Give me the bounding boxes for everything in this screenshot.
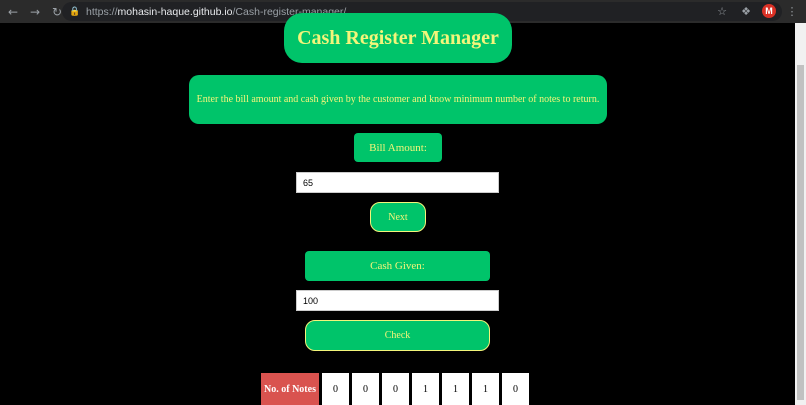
check-button[interactable]: Check xyxy=(305,320,490,351)
scrollbar-thumb[interactable] xyxy=(797,65,804,400)
notes-cell: 1 xyxy=(442,373,469,405)
title-banner: Cash Register Manager xyxy=(284,13,512,63)
notes-cell: 0 xyxy=(322,373,349,405)
bill-amount-input[interactable]: 65 xyxy=(296,172,499,193)
description-text: Enter the bill amount and cash given by … xyxy=(196,94,600,105)
description-banner: Enter the bill amount and cash given by … xyxy=(189,75,607,124)
notes-table: No. of Notes 0 0 0 1 1 1 0 xyxy=(261,373,529,405)
page-scrollbar[interactable] xyxy=(795,23,806,405)
lock-icon[interactable]: 🔒 xyxy=(68,5,82,19)
notes-cell: 0 xyxy=(382,373,409,405)
profile-avatar[interactable]: M xyxy=(762,4,776,18)
cash-given-label: Cash Given: xyxy=(305,251,490,281)
kebab-menu-icon[interactable]: ⋮ xyxy=(784,3,800,19)
notes-header: No. of Notes xyxy=(261,373,319,405)
notes-cell: 0 xyxy=(352,373,379,405)
url-host: mohasin-haque.github.io xyxy=(117,5,233,18)
forward-arrow-icon[interactable]: → xyxy=(26,3,44,21)
notes-cell: 1 xyxy=(472,373,499,405)
page-content: Cash Register Manager Enter the bill amo… xyxy=(0,13,795,405)
notes-cell: 0 xyxy=(502,373,529,405)
cash-given-input[interactable]: 100 xyxy=(296,290,499,311)
puzzle-icon[interactable]: ❖ xyxy=(738,3,754,19)
bill-amount-label: Bill Amount: xyxy=(354,133,442,162)
url-scheme: https:// xyxy=(86,5,118,18)
notes-cell: 1 xyxy=(412,373,439,405)
page-title: Cash Register Manager xyxy=(297,26,499,49)
next-button[interactable]: Next xyxy=(370,202,426,232)
star-icon[interactable]: ☆ xyxy=(714,3,730,19)
back-arrow-icon[interactable]: ← xyxy=(4,3,22,21)
